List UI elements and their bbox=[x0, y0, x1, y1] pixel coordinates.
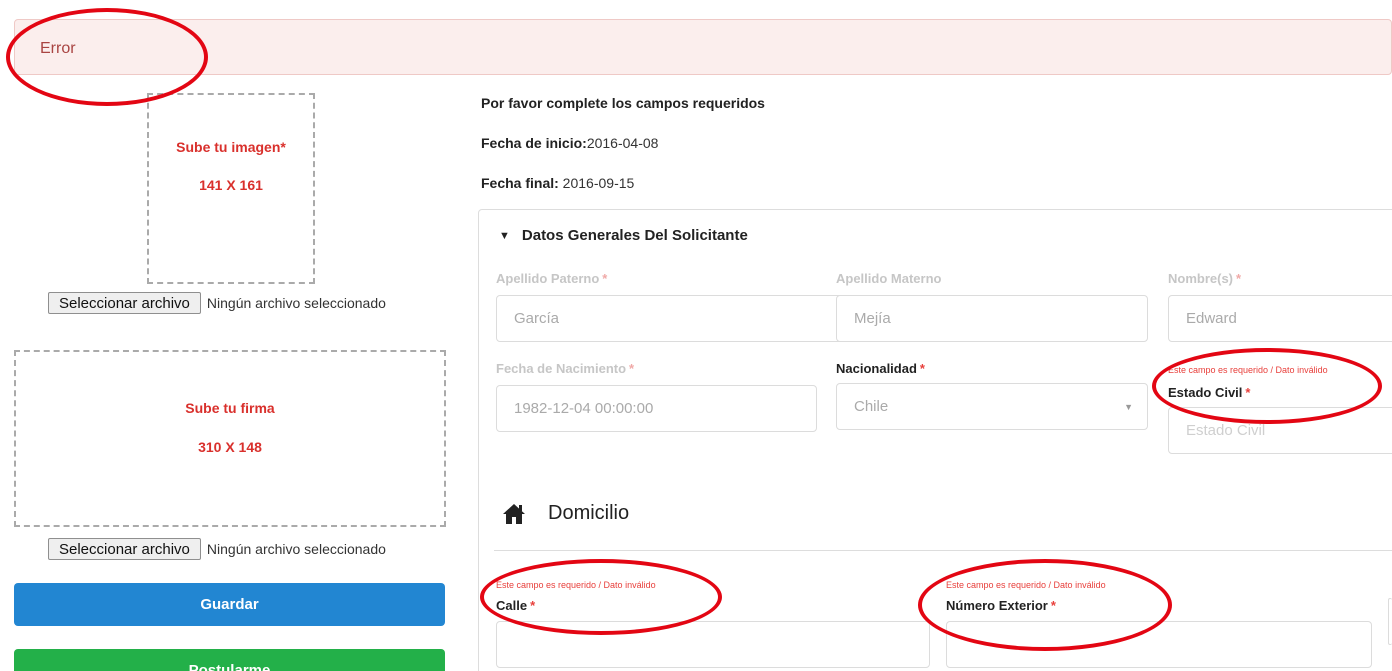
home-icon bbox=[503, 503, 525, 524]
nombres-label: Nombre(s) * bbox=[1168, 271, 1242, 286]
start-date-value: 2016-04-08 bbox=[586, 135, 659, 151]
start-date: Fecha de inicio:2016-04-08 bbox=[481, 135, 658, 151]
estado-civil-field[interactable]: Estado Civil bbox=[1168, 407, 1392, 454]
domicilio-heading: Domicilio bbox=[502, 502, 629, 525]
apellido-materno-label: Apellido Materno bbox=[836, 271, 942, 286]
signature-file-input[interactable]: Seleccionar archivo Ningún archivo selec… bbox=[48, 538, 386, 560]
calle-field[interactable] bbox=[496, 621, 930, 668]
error-alert-text: Error bbox=[40, 40, 76, 57]
end-date-value: 2016-09-15 bbox=[558, 175, 635, 191]
numero-exterior-label: Número Exterior * bbox=[946, 598, 1056, 613]
required-message: Por favor complete los campos requeridos bbox=[481, 95, 765, 111]
nombres-field[interactable]: Edward bbox=[1168, 295, 1392, 342]
nacionalidad-selected: Chile bbox=[854, 398, 889, 415]
caret-down-icon: ▼ bbox=[499, 229, 510, 242]
calle-label: Calle * bbox=[496, 598, 536, 613]
photo-upload-title: Sube tu imagen* bbox=[176, 139, 286, 155]
photo-file-status: Ningún archivo seleccionado bbox=[206, 295, 386, 311]
signature-upload-dropzone[interactable]: Sube tu firma 310 X 148 bbox=[14, 350, 446, 527]
domicilio-divider bbox=[494, 550, 1392, 551]
fecha-nacimiento-field[interactable]: 1982-12-04 00:00:00 bbox=[496, 385, 817, 432]
photo-select-file-button[interactable]: Seleccionar archivo bbox=[48, 292, 201, 314]
fecha-nacimiento-label: Fecha de Nacimiento * bbox=[496, 361, 635, 376]
numero-exterior-field[interactable] bbox=[946, 621, 1372, 668]
end-date: Fecha final: 2016-09-15 bbox=[481, 175, 634, 191]
calle-error: Este campo es requerido / Dato inválido bbox=[496, 580, 656, 590]
save-button[interactable]: Guardar bbox=[14, 583, 445, 626]
estado-civil-error: Este campo es requerido / Dato inválido bbox=[1168, 365, 1328, 375]
signature-file-status: Ningún archivo seleccionado bbox=[206, 541, 386, 557]
photo-upload-size: 141 X 161 bbox=[199, 177, 263, 193]
photo-upload-dropzone[interactable]: Sube tu imagen* 141 X 161 bbox=[147, 93, 315, 284]
end-date-label: Fecha final: bbox=[481, 175, 559, 191]
nacionalidad-label: Nacionalidad * bbox=[836, 361, 925, 376]
apply-button[interactable]: Postularme bbox=[14, 649, 445, 671]
error-alert: Error bbox=[14, 19, 1392, 75]
apellido-paterno-label: Apellido Paterno * bbox=[496, 271, 608, 286]
general-data-toggle[interactable]: ▼ Datos Generales Del Solicitante bbox=[499, 227, 748, 244]
apellido-materno-field[interactable]: Mejía bbox=[836, 295, 1148, 342]
domicilio-title: Domicilio bbox=[548, 502, 630, 524]
signature-upload-size: 310 X 148 bbox=[198, 439, 262, 455]
photo-file-input[interactable]: Seleccionar archivo Ningún archivo selec… bbox=[48, 292, 386, 314]
nacionalidad-select[interactable]: Chile ▼ bbox=[836, 383, 1148, 430]
numero-exterior-error: Este campo es requerido / Dato inválido bbox=[946, 580, 1106, 590]
general-data-title: Datos Generales Del Solicitante bbox=[521, 227, 748, 244]
signature-upload-title: Sube tu firma bbox=[185, 400, 275, 416]
start-date-label: Fecha de inicio: bbox=[481, 135, 587, 151]
chevron-down-icon: ▼ bbox=[1124, 402, 1133, 412]
estado-civil-label: Estado Civil * bbox=[1168, 385, 1251, 400]
signature-select-file-button[interactable]: Seleccionar archivo bbox=[48, 538, 201, 560]
next-field[interactable] bbox=[1388, 598, 1392, 645]
